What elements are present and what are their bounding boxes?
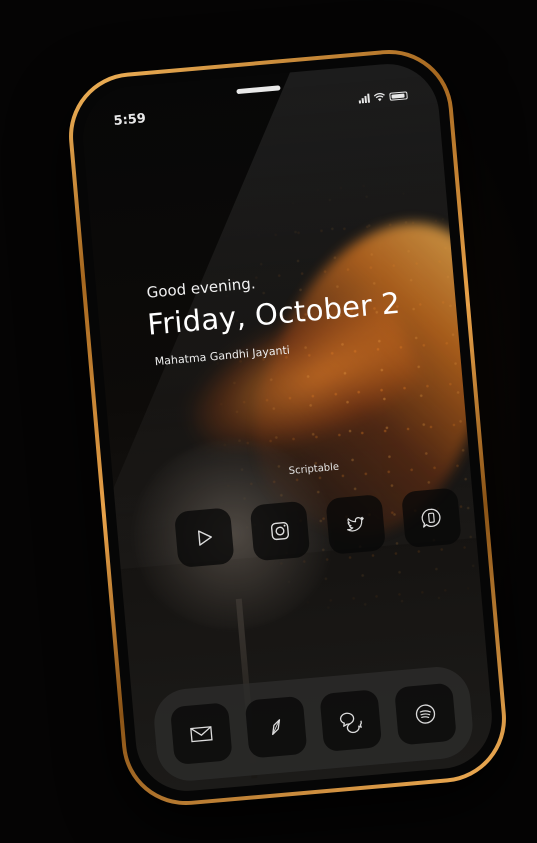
- battery-level: [391, 93, 405, 99]
- phone-bezel: 5:59 Good evening. Friday, October 2 Mah…: [68, 48, 507, 807]
- mail-icon: [189, 726, 213, 743]
- dock-app-messages[interactable]: [319, 689, 383, 753]
- home-screen: 5:59 Good evening. Friday, October 2 Mah…: [78, 59, 497, 796]
- chat-bubble-phone-icon: [421, 508, 441, 528]
- camera-icon: [270, 522, 290, 541]
- signal-icon: [358, 93, 370, 104]
- bird-icon: [347, 516, 364, 532]
- spotify-icon: [416, 704, 436, 724]
- dock-app-safari[interactable]: [244, 695, 308, 759]
- dock-app-mail[interactable]: [169, 702, 233, 766]
- status-time: 5:59: [113, 111, 147, 129]
- dock-app-spotify[interactable]: [394, 682, 458, 746]
- messages-icon: [340, 712, 362, 734]
- compass-icon: [271, 719, 280, 736]
- phone-frame: 5:59 Good evening. Friday, October 2 Mah…: [63, 44, 512, 811]
- play-icon: [197, 530, 212, 546]
- app-youtube[interactable]: [173, 507, 235, 569]
- app-twitter[interactable]: [325, 494, 387, 555]
- app-whatsapp[interactable]: [401, 487, 462, 549]
- wifi-icon: [373, 92, 386, 102]
- battery-icon: [389, 91, 408, 101]
- app-instagram[interactable]: [249, 500, 311, 562]
